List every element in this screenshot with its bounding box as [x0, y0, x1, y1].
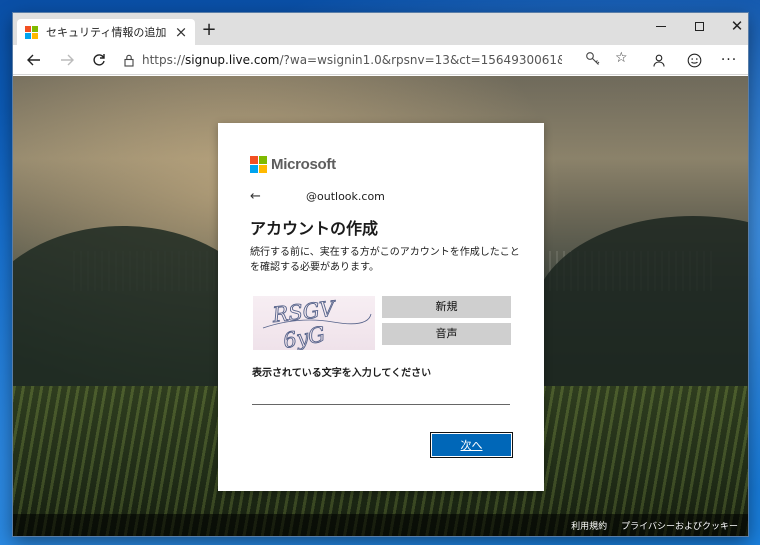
title-bar: セキュリティ情報の追加 × + ✕	[13, 13, 748, 45]
page-footer: 利用規約 プライバシーおよびクッキー	[13, 514, 748, 536]
svg-text:6yG: 6yG	[281, 322, 327, 350]
next-button[interactable]: 次へ	[430, 432, 513, 458]
captcha-audio-button[interactable]: 音声	[382, 323, 511, 345]
star-icon[interactable]: ☆	[615, 50, 628, 66]
reload-icon	[93, 54, 105, 66]
back-button[interactable]	[23, 50, 45, 70]
page-viewport: Microsoft ← @outlook.com アカウントの作成 続行する前に…	[13, 76, 748, 536]
privacy-link[interactable]: プライバシーおよびクッキー	[621, 519, 738, 532]
url-host: signup.live.com	[185, 53, 280, 67]
url-path: /?wa=wsignin1.0&rpsnv=13&ct=1564930061&r…	[279, 53, 562, 67]
reload-button[interactable]	[88, 50, 110, 70]
maximize-icon	[694, 21, 704, 31]
captcha-new-button[interactable]: 新規	[382, 296, 511, 318]
identity-email: @outlook.com	[306, 190, 385, 203]
captcha-input-label: 表示されている文字を入力してください	[252, 368, 432, 379]
smiley-icon	[687, 53, 701, 67]
browser-tab[interactable]: セキュリティ情報の追加 ×	[17, 19, 195, 45]
brand: Microsoft	[250, 156, 336, 173]
captcha-image: RSGV 6yG	[253, 296, 375, 353]
tab-close-icon[interactable]: ×	[173, 24, 189, 40]
close-icon: ✕	[730, 16, 744, 35]
microsoft-favicon-icon	[25, 25, 38, 39]
forward-arrow-icon	[61, 54, 74, 66]
page-description: 続行する前に、実在する方がこのアカウントを作成したことを確認する必要があります。	[250, 247, 520, 273]
signup-card: Microsoft ← @outlook.com アカウントの作成 続行する前に…	[218, 123, 544, 491]
back-arrow-icon	[27, 54, 40, 66]
tab-title: セキュリティ情報の追加	[46, 26, 167, 39]
browser-toolbar: https://signup.live.com/?wa=wsignin1.0&r…	[13, 45, 748, 75]
captcha-input[interactable]	[252, 385, 510, 405]
maximize-button[interactable]	[679, 13, 719, 39]
page-title: アカウントの作成	[250, 219, 379, 238]
minimize-button[interactable]	[641, 13, 681, 39]
address-bar[interactable]: https://signup.live.com/?wa=wsignin1.0&r…	[116, 48, 639, 72]
feedback-button[interactable]	[683, 50, 705, 70]
more-icon: ···	[720, 52, 738, 68]
back-arrow-icon[interactable]: ←	[250, 189, 270, 204]
terms-link[interactable]: 利用規約	[571, 519, 607, 532]
svg-text:RSGV: RSGV	[270, 297, 337, 328]
forward-button[interactable]	[56, 50, 78, 70]
key-icon[interactable]	[585, 51, 603, 69]
close-window-button[interactable]: ✕	[717, 13, 748, 39]
lock-icon[interactable]	[116, 54, 142, 67]
browser-window: セキュリティ情報の追加 × + ✕ https://signup.live.co…	[13, 13, 748, 536]
url-scheme: https://	[142, 53, 186, 67]
profile-button[interactable]	[648, 50, 670, 70]
url-text[interactable]: https://signup.live.com/?wa=wsignin1.0&r…	[142, 53, 562, 67]
identity-row: ← @outlook.com	[250, 189, 530, 204]
minimize-icon	[656, 25, 666, 27]
profile-icon	[653, 54, 665, 67]
more-button[interactable]: ···	[718, 50, 740, 70]
new-tab-button[interactable]: +	[199, 21, 219, 41]
brand-name: Microsoft	[271, 156, 336, 173]
microsoft-logo-icon	[250, 156, 267, 173]
